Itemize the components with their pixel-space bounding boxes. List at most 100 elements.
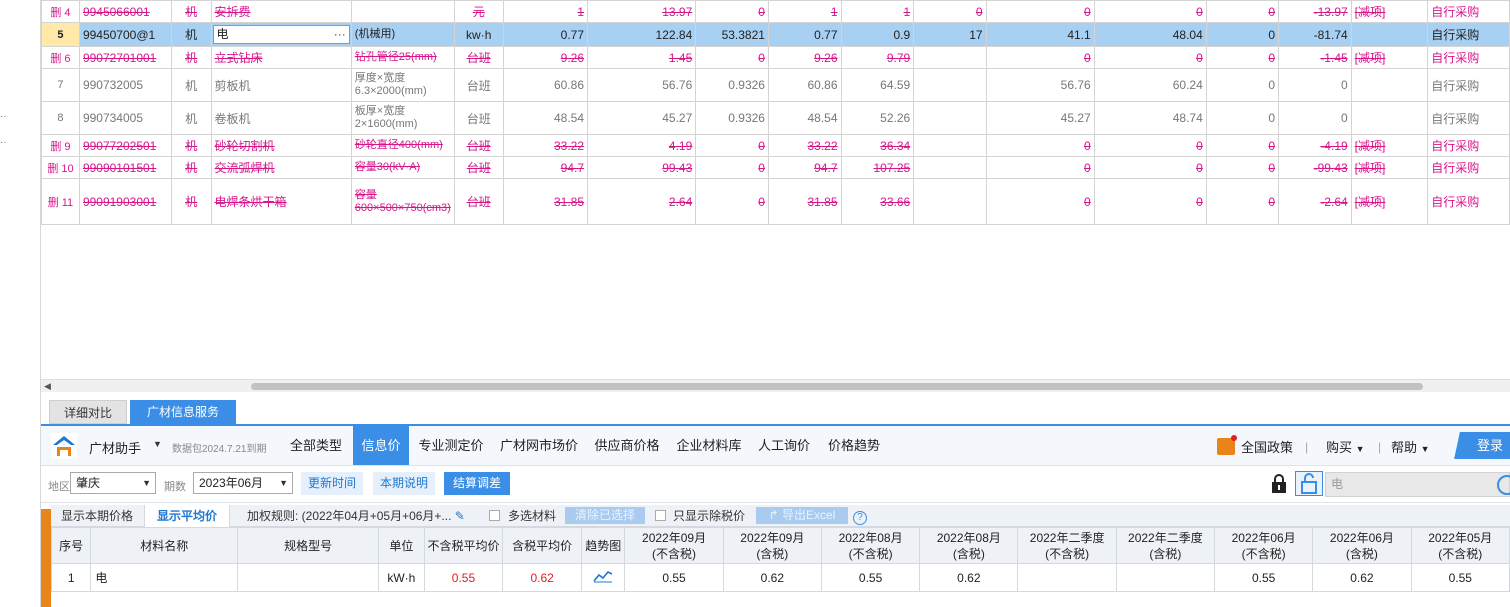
nav-market-price[interactable]: 广材网市场价 [494,426,584,465]
lock-icon[interactable] [1270,474,1288,494]
cell-c5[interactable]: 64.59 [840,68,915,102]
table-row[interactable]: 删 4 9945066001 机安拆费元 1 13.97 0 1 1 0 0 0 0 -13.97 [减项]… [41,0,1510,23]
trend-chart-icon[interactable] [580,563,626,592]
cell-unit[interactable]: 台班 [453,101,504,135]
table-row[interactable]: 删 10 99090101501 机交流弧焊机 容量30(kV·A) 台班 94.7 99.4… [41,156,1510,179]
help-circle-icon[interactable]: ? [851,505,869,527]
brand-name[interactable]: 广材助手 [89,438,141,457]
cell-code[interactable]: 99450700@1 [78,22,172,47]
nav-professional-price[interactable]: 专业测定价 [413,426,489,465]
column-header[interactable]: 2022年06月 (含税) [1312,527,1412,564]
table-row[interactable]: 5 99450700@1 机电 ··· (机械用) kw·h 0.77 122.84 53.38… [41,22,1510,47]
cell-m2[interactable]: 0.62 [722,563,822,592]
cell-c3[interactable]: 0 [695,156,769,179]
cell-spec[interactable]: 容量30(kV·A) [350,156,455,179]
show-average-price-button[interactable]: 显示平均价 [144,505,230,527]
tab-detail-compare[interactable]: 详细对比 [49,400,127,424]
cell-c8[interactable]: 0 [1093,178,1207,225]
cell-c4[interactable]: 1 [767,0,842,23]
chevron-down-icon[interactable]: ▼ [153,439,162,449]
cell-c1[interactable]: 33.22 [502,134,589,157]
login-button[interactable]: 登录 [1454,432,1510,459]
cell-source[interactable]: 自行采购 [1427,178,1510,225]
clear-selected-button[interactable]: 清除已选择 [565,507,645,524]
cell-idx[interactable]: 删6 [41,46,80,69]
cell-spec[interactable]: 厚度×宽度 6.3×2000(mm) [350,68,455,102]
cell-c4[interactable]: 0.77 [767,22,842,47]
cell-flag[interactable]: [减项] [1350,0,1429,23]
help-menu[interactable]: 帮助 ▼ [1391,437,1430,456]
cell-source[interactable]: 自行采购 [1427,0,1510,23]
cell-name[interactable]: 电 ··· [210,22,352,47]
nav-enterprise-library[interactable]: 企业材料库 [671,426,747,465]
cell-c1[interactable]: 9.26 [502,46,589,69]
cell-flag[interactable]: [减项] [1350,46,1429,69]
cell-spec[interactable] [237,563,380,592]
cell-c1[interactable]: 60.86 [502,68,589,102]
column-header[interactable]: 2022年二季度 (含税) [1115,527,1216,564]
cell-name[interactable]: 卷板机 [210,101,352,135]
period-desc-button[interactable]: 本期说明 [373,472,435,495]
cell-c9[interactable]: 0 [1205,156,1280,179]
cell-name[interactable]: 剪板机 [210,68,352,102]
cell-unit[interactable]: 台班 [453,68,504,102]
ellipsis-icon[interactable]: ··· [334,26,346,43]
cell-c1[interactable]: 31.85 [502,178,589,225]
cell-c2[interactable]: 2.64 [587,178,697,225]
edit-pencil-icon[interactable]: ✎ [455,509,465,523]
cell-flag[interactable]: [减项] [1350,178,1429,225]
cell-spec[interactable]: 容量 600×500×750(cm3) [350,178,455,225]
cell-c9[interactable]: 0 [1205,46,1280,69]
column-header[interactable]: 2022年09月 (含税) [722,527,822,564]
cell-c7[interactable]: 0 [985,0,1095,23]
cell-c5[interactable]: 36.34 [840,134,915,157]
cell-c5[interactable]: 0.9 [840,22,915,47]
cell-c7[interactable]: 41.1 [985,22,1095,47]
column-header[interactable]: 不含税平均价 [423,527,504,564]
buy-menu[interactable]: 购买 ▼ [1326,437,1365,456]
cell-c9[interactable]: 0 [1205,0,1280,23]
table-row[interactable]: 8 990734005 机卷板机 板厚×宽度 2×1600(mm) 台班 48.54 45.… [41,101,1510,135]
cell-source[interactable]: 自行采购 [1427,22,1510,47]
name-edit-input[interactable]: 电 ··· [212,25,350,44]
show-current-price-button[interactable]: 显示本期价格 [51,505,143,527]
cell-c3[interactable]: 0 [695,0,769,23]
column-header[interactable]: 2022年二季度 (不含税) [1017,527,1117,564]
cell-m8[interactable]: 0.62 [1312,563,1412,592]
period-select[interactable]: 2023年06月 ▼ [193,472,293,494]
cell-c2[interactable]: 56.76 [587,68,697,102]
cell-c9[interactable]: 0 [1205,178,1280,225]
cell-c8[interactable]: 0 [1093,156,1207,179]
national-policy-link[interactable]: 全国政策 [1241,437,1293,456]
scrollbar-thumb[interactable] [251,383,1423,390]
column-header[interactable]: 单位 [378,527,425,564]
cell-c5[interactable]: 33.66 [840,178,915,225]
cell-c5[interactable]: 9.79 [840,46,915,69]
cell-idx[interactable]: 1 [50,563,92,592]
cell-c8[interactable]: 0 [1093,46,1207,69]
cell-idx[interactable]: 删9 [41,134,80,157]
cell-code[interactable]: 990732005 [78,68,172,102]
cell-spec[interactable]: 砂轮直径400(mm) [350,134,455,157]
cell-c5[interactable]: 107.25 [840,156,915,179]
cell-c1[interactable]: 0.77 [502,22,589,47]
cell-code[interactable]: 99091903001 [78,178,172,225]
cell-m7[interactable]: 0.55 [1214,563,1314,592]
multi-select-checkbox[interactable] [489,510,500,521]
cell-flag[interactable] [1350,68,1429,102]
cell-c7[interactable]: 56.76 [985,68,1095,102]
cell-m3[interactable]: 0.55 [820,563,921,592]
cell-source[interactable]: 自行采购 [1427,101,1510,135]
horizontal-scrollbar[interactable]: ◀ [41,379,1510,392]
cell-c7[interactable]: 0 [985,156,1095,179]
cell-m4[interactable]: 0.62 [919,563,1019,592]
cell-idx[interactable]: 5 [41,22,80,47]
table-row[interactable]: 删 9 99077202501 机砂轮切割机 砂轮直径400(mm) 台班 33.22 4.1… [41,134,1510,157]
cell-c6[interactable] [913,134,987,157]
cell-flag[interactable] [1350,101,1429,135]
cell-type[interactable]: 机 [170,46,212,69]
scroll-left-icon[interactable]: ◀ [44,381,51,392]
column-header[interactable]: 2022年06月 (不含税) [1214,527,1314,564]
nav-labor-inquiry[interactable]: 人工询价 [753,426,815,465]
cell-c10[interactable]: -99.43 [1278,156,1352,179]
